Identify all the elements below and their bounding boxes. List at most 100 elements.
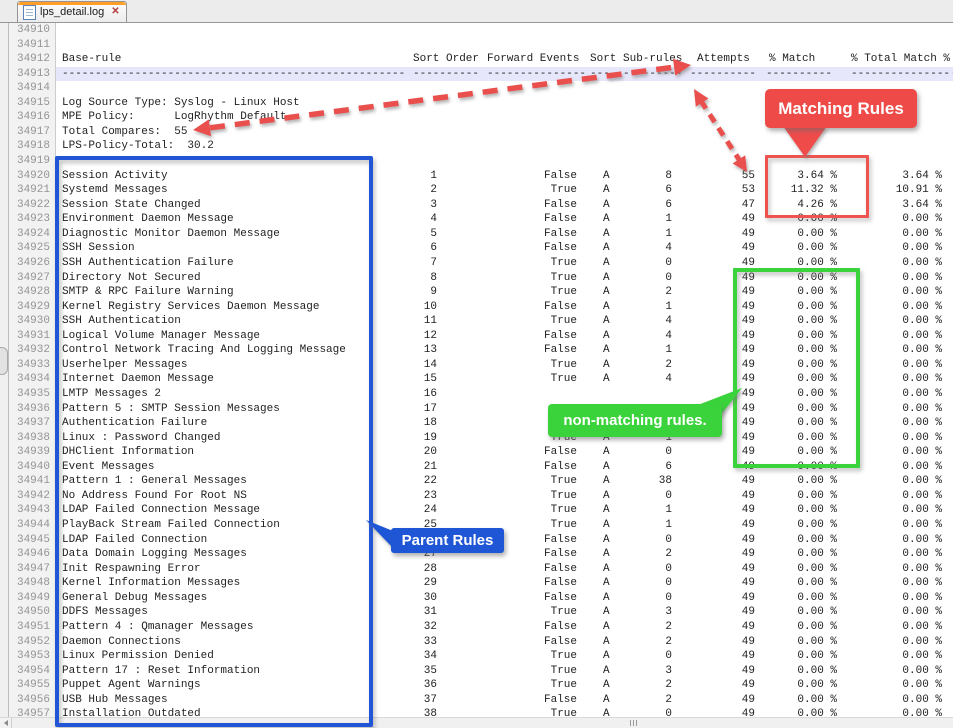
cell-total: 0.00 % — [862, 402, 942, 417]
cell-fwd: True — [507, 503, 577, 518]
cell-att: 49 — [705, 649, 755, 664]
text-line — [56, 23, 953, 38]
cell-sub: 4 — [622, 241, 672, 256]
table-header-row: Base-ruleSort OrderForward EventsSortSub… — [56, 52, 953, 67]
cell-match: 0.00 % — [757, 678, 837, 693]
cell-total: 0.00 % — [862, 256, 942, 271]
line-number: 34944 — [17, 518, 50, 533]
cell-total: 0.00 % — [862, 635, 942, 650]
column-header: % Total Match % — [851, 52, 950, 67]
cell-sub: 0 — [622, 445, 672, 460]
cell-srt: A — [603, 445, 623, 460]
cell-sub: 4 — [622, 329, 672, 344]
cell-fwd: True — [507, 474, 577, 489]
cell-total: 0.00 % — [862, 664, 942, 679]
cell-sort: 32 — [387, 620, 437, 635]
cell-srt: A — [603, 693, 623, 708]
cell-att: 49 — [705, 664, 755, 679]
cell-fwd: False — [507, 227, 577, 242]
scroll-left-arrow-icon — [4, 720, 8, 726]
left-splitter[interactable] — [0, 22, 9, 728]
cell-att: 53 — [705, 183, 755, 198]
line-number: 34952 — [17, 635, 50, 650]
cell-fwd: True — [507, 256, 577, 271]
cell-total: 0.00 % — [862, 620, 942, 635]
tab-close-icon[interactable]: ✕ — [111, 7, 119, 17]
cell-sub: 0 — [622, 649, 672, 664]
cell-sort: 14 — [387, 358, 437, 373]
cell-srt: A — [603, 241, 623, 256]
tab-lps-detail-log[interactable]: lps_detail.log ✕ — [17, 1, 127, 22]
cell-total: 0.00 % — [862, 358, 942, 373]
info-text: Total Compares: 55 — [62, 125, 187, 140]
cell-fwd: True — [507, 605, 577, 620]
line-number: 34919 — [17, 154, 50, 169]
line-number: 34939 — [17, 445, 50, 460]
cell-fwd: False — [507, 591, 577, 606]
cell-sort: 30 — [387, 591, 437, 606]
scroll-left-button[interactable] — [0, 718, 12, 728]
cell-sub: 0 — [622, 256, 672, 271]
cell-total: 10.91 % — [862, 183, 942, 198]
cell-total: 0.00 % — [862, 445, 942, 460]
line-number: 34941 — [17, 474, 50, 489]
cell-fwd: False — [507, 562, 577, 577]
cell-sort: 34 — [387, 649, 437, 664]
column-header: Attempts — [697, 52, 750, 67]
line-number: 34946 — [17, 547, 50, 562]
cell-fwd: False — [507, 547, 577, 562]
cell-fwd: True — [507, 649, 577, 664]
tab-bar: lps_detail.log ✕ — [0, 0, 953, 23]
non-matching-rules-box — [733, 268, 860, 468]
cell-att: 49 — [705, 241, 755, 256]
cell-srt: A — [603, 576, 623, 591]
cell-match: 0.00 % — [757, 562, 837, 577]
cell-total: 0.00 % — [862, 576, 942, 591]
cell-sort: 13 — [387, 343, 437, 358]
cell-sort: 36 — [387, 678, 437, 693]
line-number: 34935 — [17, 387, 50, 402]
cell-sort: 12 — [387, 329, 437, 344]
line-number: 34947 — [17, 562, 50, 577]
cell-sub: 0 — [622, 576, 672, 591]
cell-sub: 2 — [622, 620, 672, 635]
cell-sort: 33 — [387, 635, 437, 650]
cell-att: 55 — [705, 169, 755, 184]
separator-dashes: ---------- — [690, 67, 756, 82]
cell-match: 0.00 % — [757, 547, 837, 562]
line-number: 34937 — [17, 416, 50, 431]
line-number: 34930 — [17, 314, 50, 329]
line-number: 34950 — [17, 605, 50, 620]
cell-srt: A — [603, 256, 623, 271]
line-number: 34940 — [17, 460, 50, 475]
cell-match: 0.00 % — [757, 489, 837, 504]
cell-sort: 15 — [387, 372, 437, 387]
cell-srt: A — [603, 605, 623, 620]
cell-fwd: True — [507, 358, 577, 373]
document-icon — [23, 5, 36, 20]
cell-sub: 3 — [622, 605, 672, 620]
cell-total: 0.00 % — [862, 431, 942, 446]
cell-total: 0.00 % — [862, 372, 942, 387]
line-number: 34923 — [17, 212, 50, 227]
cell-srt: A — [603, 678, 623, 693]
line-number: 34918 — [17, 139, 50, 154]
cell-sort: 20 — [387, 445, 437, 460]
cell-sub: 0 — [622, 591, 672, 606]
line-number: 34943 — [17, 503, 50, 518]
cell-fwd: False — [507, 198, 577, 213]
line-number: 34949 — [17, 591, 50, 606]
cell-total: 3.64 % — [862, 169, 942, 184]
scrollbar-thumb-grip-icon[interactable] — [626, 720, 640, 726]
cell-sub: 0 — [622, 489, 672, 504]
line-number: 34928 — [17, 285, 50, 300]
line-number: 34912 — [17, 52, 50, 67]
cell-fwd: True — [507, 183, 577, 198]
line-number: 34926 — [17, 256, 50, 271]
cell-fwd: False — [507, 576, 577, 591]
cell-sub: 2 — [622, 693, 672, 708]
info-text: Log Source Type: Syslog - Linux Host — [62, 96, 300, 111]
splitter-handle-icon[interactable] — [0, 347, 8, 375]
cell-fwd: False — [507, 620, 577, 635]
cell-att: 49 — [705, 620, 755, 635]
